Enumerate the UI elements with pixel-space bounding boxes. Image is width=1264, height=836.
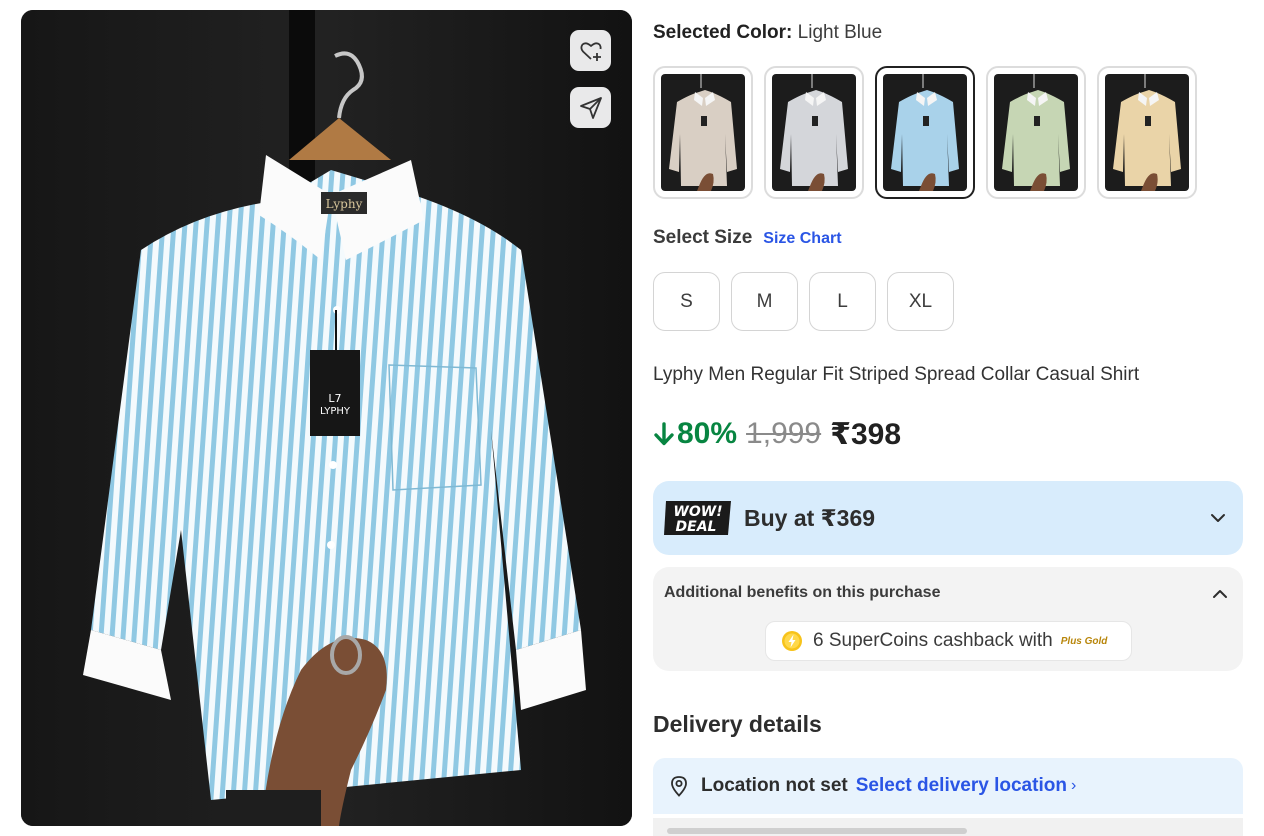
size-option-m[interactable]: M (731, 272, 798, 331)
plus-gold-badge: Plus Gold (1060, 635, 1108, 647)
swatch-thumbnail (661, 74, 745, 191)
discount: 80% (653, 417, 737, 451)
selected-color: Selected Color: Light Blue (653, 22, 882, 44)
swatch-thumbnail (772, 74, 856, 191)
mrp-price: 1,999 (746, 417, 822, 450)
chevron-down-icon[interactable] (1209, 509, 1227, 527)
product-details: Selected Color: Light Blue Select Size S… (653, 0, 1245, 836)
color-swatch[interactable] (986, 66, 1086, 199)
location-status: Location not set (701, 775, 848, 796)
size-options: S M L XL (653, 272, 954, 331)
collar-label: Lyphy (326, 197, 363, 211)
size-option-l[interactable]: L (809, 272, 876, 331)
color-swatch[interactable] (1097, 66, 1197, 199)
size-option-s[interactable]: S (653, 272, 720, 331)
swatch-thumbnail (883, 74, 967, 191)
supercoins-cashback[interactable]: 6 SuperCoins cashback with Plus Gold (765, 621, 1132, 661)
tag-logo: L7 (328, 392, 341, 405)
delivery-next-row (653, 818, 1243, 836)
product-title: Lyphy Men Regular Fit Striped Spread Col… (653, 364, 1140, 385)
map-pin-icon (671, 776, 687, 797)
heart-plus-icon (579, 41, 602, 61)
wishlist-button[interactable] (570, 30, 611, 71)
share-button[interactable] (570, 87, 611, 128)
product-page: Lyphy L7 LYPHY Selected Color: Light Blu… (0, 0, 1264, 836)
color-swatches (653, 66, 1197, 199)
discount-percent: 80% (677, 417, 738, 450)
supercoins-text: 6 SuperCoins cashback with (813, 630, 1053, 651)
selected-color-value: Light Blue (797, 22, 883, 43)
product-image[interactable]: Lyphy L7 LYPHY (21, 10, 632, 826)
size-chart-link[interactable]: Size Chart (763, 230, 841, 248)
deal-price-text: Buy at ₹369 (744, 504, 876, 531)
send-icon (579, 96, 602, 119)
wow-deal-banner[interactable]: WOW! DEAL Buy at ₹369 (653, 481, 1243, 555)
swatch-thumbnail (994, 74, 1078, 191)
delivery-location-bar[interactable]: Location not set Select delivery locatio… (653, 758, 1243, 814)
tag-brand: LYPHY (320, 406, 351, 417)
price-row: 80% 1,999 ₹398 (653, 414, 901, 454)
color-swatch[interactable] (764, 66, 864, 199)
additional-benefits: Additional benefits on this purchase 6 S… (653, 567, 1243, 671)
delivery-details-title: Delivery details (653, 711, 822, 737)
color-swatch[interactable] (875, 66, 975, 199)
select-location-link[interactable]: Select delivery location (856, 775, 1067, 797)
supercoin-icon (782, 631, 802, 651)
shirt-photo: Lyphy L7 LYPHY (21, 10, 632, 826)
swatch-thumbnail (1105, 74, 1189, 191)
deal-logo-line1: WOW! (673, 504, 722, 520)
size-option-xl[interactable]: XL (887, 272, 954, 331)
deal-logo-line2: DEAL (676, 519, 717, 535)
benefits-title: Additional benefits on this purchase (664, 584, 941, 601)
chevron-right-icon: › (1070, 777, 1077, 794)
chevron-up-icon[interactable] (1211, 585, 1229, 603)
selected-color-label: Selected Color: (653, 22, 793, 43)
selling-price: ₹398 (830, 417, 902, 451)
select-size-label: Select Size (653, 227, 753, 248)
size-header: Select Size Size Chart (653, 227, 842, 249)
wow-deal-logo: WOW! DEAL (664, 501, 731, 535)
arrow-down-icon (654, 422, 674, 446)
color-swatch[interactable] (653, 66, 753, 199)
